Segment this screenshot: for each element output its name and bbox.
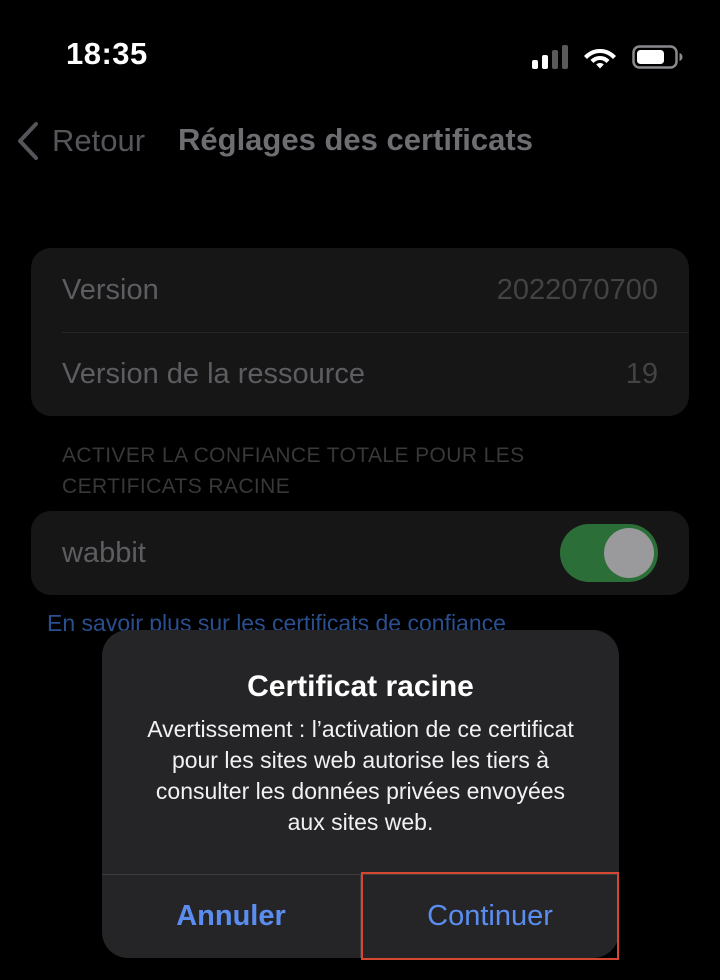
- version-label: Version: [62, 273, 159, 306]
- certificate-row: wabbit: [31, 511, 689, 595]
- certificate-trust-toggle[interactable]: [560, 524, 658, 582]
- version-info-group: Version 2022070700 Version de la ressour…: [31, 248, 689, 416]
- trust-group: wabbit: [31, 511, 689, 595]
- alert-message: Avertissement : l’activation de ce certi…: [147, 716, 574, 835]
- resource-version-label: Version de la ressource: [62, 357, 366, 390]
- certificate-name: wabbit: [62, 536, 146, 569]
- page-title: Réglages des certificats: [178, 122, 533, 157]
- back-button[interactable]: Retour: [16, 118, 145, 164]
- back-label: Retour: [52, 123, 146, 158]
- root-certificate-alert: Certificat racine Avertissement : l’acti…: [102, 630, 619, 958]
- continue-button[interactable]: Continuer: [361, 875, 619, 958]
- chevron-left-icon: [18, 122, 38, 160]
- version-row: Version 2022070700: [31, 248, 689, 332]
- version-value: 2022070700: [496, 273, 658, 306]
- resource-version-row: Version de la ressource 19: [31, 332, 689, 416]
- alert-title: Certificat racine: [247, 670, 474, 703]
- resource-version-value: 19: [625, 357, 658, 390]
- screen: 18:35 Retour Réglages des certificats Ve…: [0, 0, 720, 980]
- trust-section-header: ACTIVER LA CONFIANCE TOTALE POUR LES CER…: [62, 444, 525, 498]
- toggle-knob: [604, 528, 654, 578]
- cancel-button[interactable]: Annuler: [102, 875, 360, 958]
- navigation-bar: Retour Réglages des certificats: [0, 110, 720, 170]
